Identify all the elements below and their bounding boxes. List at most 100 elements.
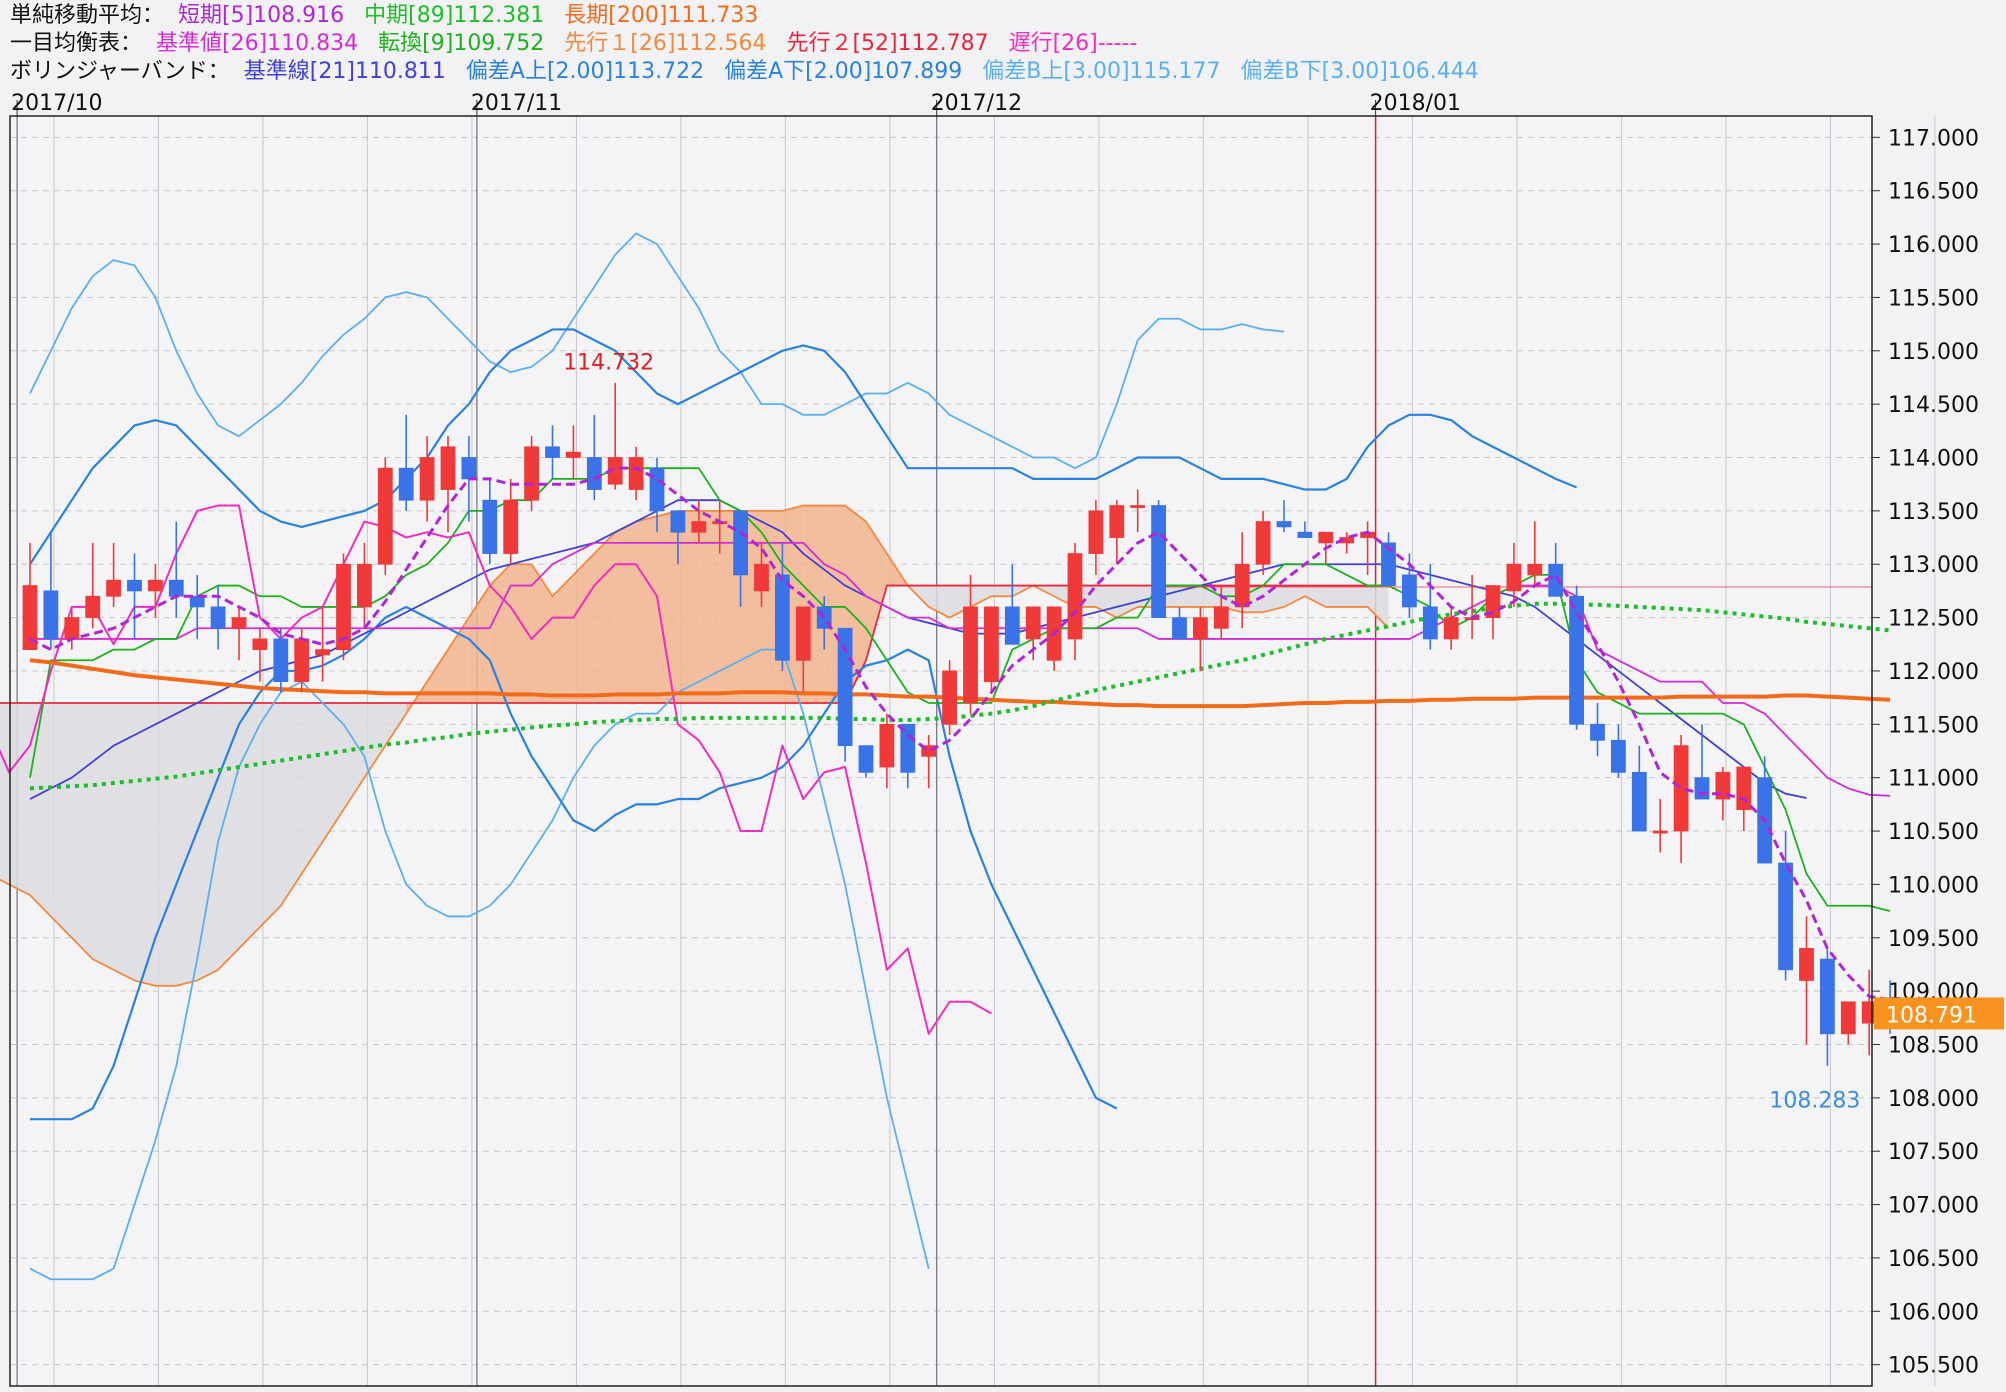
candle-body	[1840, 1001, 1856, 1035]
candle-body	[168, 579, 184, 597]
candle-body	[1631, 771, 1647, 832]
y-tick-label: 116.500	[1888, 180, 1979, 205]
candle-body	[1506, 563, 1522, 592]
candle	[1569, 585, 1584, 730]
candle-body	[1297, 531, 1313, 538]
y-tick-label: 117.000	[1888, 126, 1979, 151]
candle-body	[586, 457, 602, 490]
ichimoku-cloud-segment	[239, 702, 260, 949]
candle-body	[1109, 505, 1125, 538]
candle-body	[837, 627, 853, 747]
candle-body	[252, 638, 268, 651]
ichimoku-cloud-segment	[991, 585, 1013, 597]
y-tick-label: 115.500	[1888, 286, 1979, 311]
candle-body	[691, 521, 707, 533]
y-tick-label: 105.500	[1888, 1354, 1979, 1379]
ichimoku-cloud-segment	[218, 702, 239, 970]
low-price-label: 108.283	[1769, 1089, 1860, 1114]
candle-body	[566, 451, 581, 458]
y-tick-label: 110.500	[1888, 820, 1979, 845]
ichimoku-cloud-segment	[594, 532, 616, 703]
candle-body	[1402, 574, 1417, 608]
candle-body	[984, 606, 999, 683]
y-tick-label: 113.000	[1888, 553, 1979, 578]
candle-body	[377, 467, 393, 565]
x-month-label: 2017/12	[931, 91, 1022, 116]
ichimoku-cloud-segment	[636, 516, 657, 703]
candle-body	[147, 579, 163, 592]
candle-body	[795, 606, 811, 661]
candle-body	[1443, 617, 1459, 640]
y-tick-label: 107.000	[1888, 1194, 1979, 1219]
ichimoku-cloud-segment	[259, 702, 281, 928]
candle-body	[1652, 830, 1668, 834]
candle-body	[1820, 958, 1835, 1035]
candle-body	[85, 595, 101, 618]
candle-body	[1130, 505, 1146, 508]
y-tick-label: 112.000	[1888, 660, 1979, 685]
candle-body	[1067, 553, 1083, 640]
ichimoku-cloud-segment	[677, 510, 699, 703]
candle-body	[1318, 531, 1334, 544]
candle-body	[1548, 563, 1564, 597]
candle-body	[775, 574, 790, 661]
candle-body	[858, 745, 874, 773]
candle	[377, 457, 393, 575]
candle-body	[649, 467, 665, 512]
ichimoku-cloud-segment	[615, 521, 637, 703]
ichimoku-cloud-segment	[489, 564, 511, 703]
candle	[336, 553, 351, 661]
candle-body	[754, 563, 769, 592]
candle-body	[106, 579, 121, 597]
y-tick-label: 114.500	[1888, 393, 1979, 418]
candle	[1151, 500, 1166, 618]
ichimoku-cloud-segment	[1200, 585, 1222, 607]
ichimoku-cloud-segment	[657, 510, 678, 703]
candle-body	[545, 446, 560, 458]
candle-body	[503, 499, 519, 554]
candle-body	[336, 563, 351, 651]
candle-body	[1193, 617, 1208, 640]
candle-body	[189, 595, 205, 608]
ichimoku-cloud-segment	[155, 702, 177, 986]
candle-body	[43, 590, 59, 640]
y-tick-label: 111.500	[1888, 713, 1979, 738]
candle-body	[231, 617, 247, 629]
x-month-label: 2018/01	[1370, 91, 1461, 116]
candle-body	[1255, 521, 1271, 565]
ichimoku-cloud-segment	[573, 553, 595, 703]
high-price-label: 114.732	[563, 350, 654, 375]
y-tick-label: 115.000	[1888, 340, 1979, 365]
candle-body	[1736, 766, 1752, 811]
y-tick-label: 107.500	[1888, 1140, 1979, 1165]
ichimoku-cloud-segment	[92, 702, 114, 970]
candle-body	[1778, 862, 1793, 971]
candle-body	[628, 457, 644, 490]
x-month-label: 2017/10	[11, 91, 102, 116]
candle-body	[1527, 563, 1543, 576]
ichimoku-cloud-segment	[71, 702, 93, 960]
candle-body	[733, 510, 748, 576]
candle-body	[1004, 606, 1020, 645]
latest-price-label: 108.791	[1886, 1003, 1977, 1028]
y-tick-label: 110.000	[1888, 873, 1979, 898]
ichimoku-cloud-segment	[1346, 585, 1368, 607]
ichimoku-cloud-segment	[176, 702, 198, 986]
y-tick-label: 109.500	[1888, 927, 1979, 952]
candle-body	[879, 723, 895, 768]
candle-body	[942, 670, 957, 725]
candle-body	[670, 510, 686, 533]
y-tick-label: 111.000	[1888, 767, 1979, 792]
candle-body	[461, 457, 477, 480]
candle-body	[127, 579, 142, 592]
candle-body	[1151, 505, 1166, 618]
candle-body	[1694, 777, 1710, 800]
candle-body	[1213, 606, 1229, 629]
candle-body	[273, 638, 289, 683]
y-tick-label: 108.000	[1888, 1087, 1979, 1112]
ichimoku-cloud-segment	[1325, 585, 1347, 607]
candle-body	[1088, 510, 1104, 554]
y-tick-label: 108.500	[1888, 1033, 1979, 1058]
y-tick-label: 113.500	[1888, 500, 1979, 525]
ichimoku-cloud-segment	[9, 702, 30, 896]
